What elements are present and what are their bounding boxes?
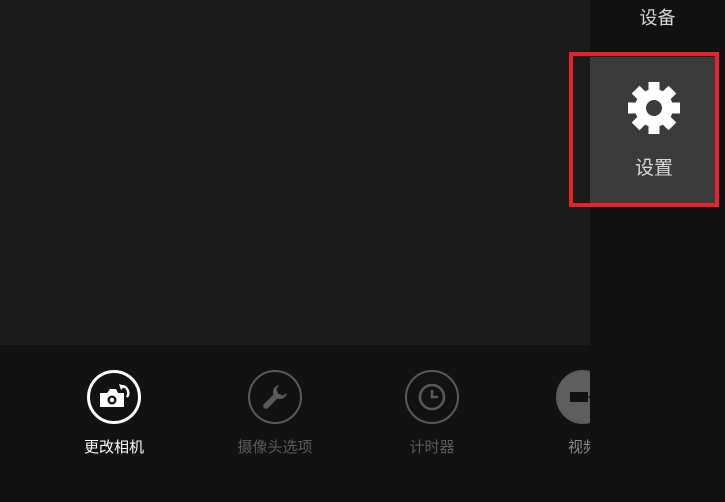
camera-switch-icon (100, 384, 130, 407)
app-bar: 更改相机 摄像头选项 计时器 视 (0, 345, 590, 502)
camera-viewfinder (0, 0, 590, 345)
gear-icon (628, 82, 680, 134)
video-label: 视频 (567, 438, 590, 456)
video-button[interactable]: 视频 (523, 370, 590, 470)
timer-label: 计时器 (409, 438, 455, 456)
clock-icon (418, 383, 446, 411)
camera-options-circle (248, 370, 302, 424)
settings-tile[interactable]: 设置 (590, 57, 718, 205)
timer-button[interactable]: 计时器 (372, 370, 492, 470)
change-camera-circle (87, 370, 141, 424)
camera-app-screen: 更改相机 摄像头选项 计时器 视 设备 设置 (0, 0, 725, 502)
change-camera-button[interactable]: 更改相机 (54, 370, 174, 470)
wrench-icon (263, 385, 287, 409)
change-camera-label: 更改相机 (83, 438, 144, 456)
video-icon (570, 392, 590, 402)
camera-options-button[interactable]: 摄像头选项 (215, 370, 335, 470)
video-circle (556, 370, 590, 424)
timer-circle (405, 370, 459, 424)
devices-charm-pane: 设备 设置 (590, 0, 725, 502)
camera-options-label: 摄像头选项 (237, 438, 313, 456)
settings-label: 设置 (634, 157, 673, 179)
charm-title: 设备 (639, 8, 676, 29)
